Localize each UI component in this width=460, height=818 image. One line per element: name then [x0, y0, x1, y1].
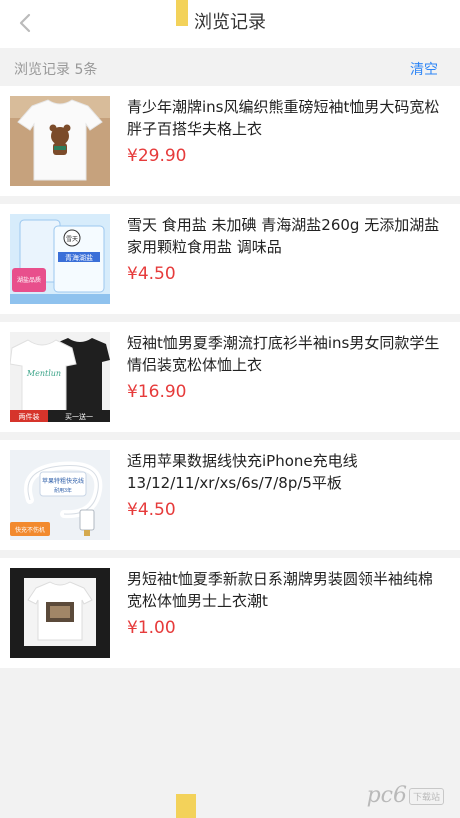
product-price: ¥29.90 [127, 146, 187, 166]
pack-text: 青海湖盐 [65, 253, 93, 262]
pack-brand: 雪天 [66, 236, 78, 243]
list-item[interactable]: 男短袖t恤夏季新款日系潮牌男装圆领半袖纯棉宽松体恤男士上衣潮t ¥1.00 [0, 558, 460, 668]
shirt-print-text: Mentlun [26, 369, 61, 378]
history-subheader: 浏览记录 5条 清空 [0, 48, 460, 86]
product-name: 适用苹果数据线快充iPhone充电线13/12/11/xr/xs/6s/7/8p… [127, 452, 358, 492]
list-item[interactable]: Mentlun 两件装 买一送一 短袖t恤男夏季潮流打底衫半袖ins男女同款学生… [0, 322, 460, 432]
pack-badge: 湖盐品质 [17, 276, 41, 284]
product-price: ¥4.50 [127, 500, 176, 520]
tshirt-pair-image: Mentlun 两件装 买一送一 [10, 332, 110, 422]
tshirt-bear-image [10, 96, 110, 186]
top-navigation-bar: 浏览记录 [0, 0, 460, 48]
tag-left: 两件装 [19, 412, 40, 421]
product-name: 雪天 食用盐 未加碘 青海湖盐260g 无添加湖盐家用颗粒食用盐 调味品 [127, 216, 440, 256]
product-thumbnail: 苹果特粗快充线 耐用3年 快充不伤机 [10, 450, 110, 540]
product-name: 青少年潮牌ins风编织熊重磅短袖t恤男大码宽松胖子百搭华夫格上衣 [127, 98, 440, 138]
list-item[interactable]: 青海湖盐 湖盐品质 雪天 雪天 食用盐 未加碘 青海湖盐260g 无添加湖盐家用… [0, 204, 460, 314]
product-name: 短袖t恤男夏季潮流打底衫半袖ins男女同款学生情侣装宽松体恤上衣 [127, 334, 440, 374]
page-title: 浏览记录 [194, 12, 266, 33]
tag-right: 买一送一 [65, 412, 93, 421]
product-thumbnail [10, 568, 110, 658]
tshirt-framed-image [10, 568, 110, 658]
bottom-marker [176, 794, 196, 818]
charging-cable-image: 苹果特粗快充线 耐用3年 快充不伤机 [10, 450, 110, 540]
history-count: 浏览记录 5条 [14, 62, 98, 78]
product-thumbnail [10, 96, 110, 186]
product-thumbnail: 青海湖盐 湖盐品质 雪天 [10, 214, 110, 304]
box-sub: 耐用3年 [54, 487, 72, 494]
box-text: 苹果特粗快充线 [42, 477, 84, 485]
product-price: ¥16.90 [127, 382, 187, 402]
watermark-tag: 下载站 [408, 787, 444, 805]
watermark-text: pc6 [366, 783, 407, 808]
product-price: ¥4.50 [127, 264, 176, 284]
history-list: 青少年潮牌ins风编织熊重磅短袖t恤男大码宽松胖子百搭华夫格上衣 ¥29.90 … [0, 86, 460, 676]
product-thumbnail: Mentlun 两件装 买一送一 [10, 332, 110, 422]
list-item[interactable]: 青少年潮牌ins风编织熊重磅短袖t恤男大码宽松胖子百搭华夫格上衣 ¥29.90 [0, 86, 460, 196]
list-item[interactable]: 苹果特粗快充线 耐用3年 快充不伤机 适用苹果数据线快充iPhone充电线13/… [0, 440, 460, 550]
clear-button[interactable]: 清空 [410, 59, 438, 79]
product-price: ¥1.00 [127, 618, 176, 638]
product-name: 男短袖t恤夏季新款日系潮牌男装圆领半袖纯棉宽松体恤男士上衣潮t [127, 570, 433, 610]
salt-pack-image: 青海湖盐 湖盐品质 雪天 [10, 214, 110, 304]
watermark: pc6 下载站 [367, 783, 444, 808]
cable-badge: 快充不伤机 [15, 526, 45, 534]
